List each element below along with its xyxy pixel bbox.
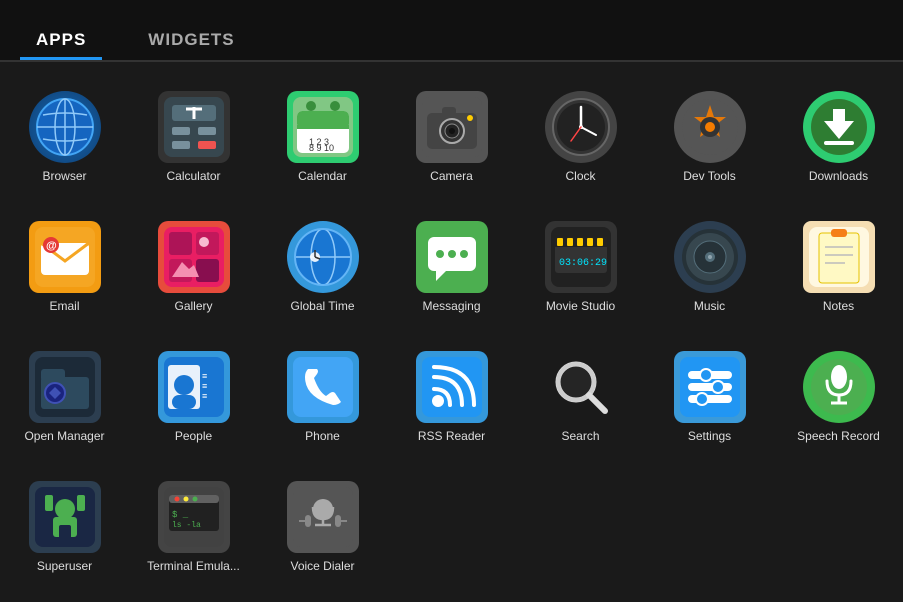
- app-icon-terminalemulator: $ _ls -la: [158, 481, 230, 553]
- app-label-terminalemulator: Terminal Emula...: [147, 559, 240, 573]
- app-label-search: Search: [561, 429, 599, 443]
- apps-grid: Browser Calculator 1 2 38 9 10 Calendar Came…: [0, 62, 903, 602]
- app-item-email[interactable]: @ Email: [0, 202, 129, 332]
- app-item-search[interactable]: Search: [516, 332, 645, 462]
- app-icon-superuser: [29, 481, 101, 553]
- app-icon-speechrecord: [803, 351, 875, 423]
- app-item-camera[interactable]: Camera: [387, 72, 516, 202]
- app-item-notes[interactable]: Notes: [774, 202, 903, 332]
- app-label-browser: Browser: [42, 169, 86, 183]
- app-item-terminalemulator[interactable]: $ _ls -la Terminal Emula...: [129, 462, 258, 592]
- app-item-settings[interactable]: Settings: [645, 332, 774, 462]
- app-label-people: People: [175, 429, 212, 443]
- app-label-gallery: Gallery: [174, 299, 212, 313]
- app-label-calendar: Calendar: [298, 169, 347, 183]
- app-icon-notes: [803, 221, 875, 293]
- app-icon-downloads: [803, 91, 875, 163]
- svg-text:$ _: $ _: [172, 510, 189, 520]
- app-icon-globaltime: [287, 221, 359, 293]
- app-label-camera: Camera: [430, 169, 473, 183]
- app-label-downloads: Downloads: [809, 169, 868, 183]
- app-label-calculator: Calculator: [166, 169, 220, 183]
- app-item-messaging[interactable]: Messaging: [387, 202, 516, 332]
- app-label-clock: Clock: [565, 169, 595, 183]
- app-item-downloads[interactable]: Downloads: [774, 72, 903, 202]
- app-label-moviestudio: Movie Studio: [546, 299, 615, 313]
- app-item-browser[interactable]: Browser: [0, 72, 129, 202]
- app-item-calculator[interactable]: Calculator: [129, 72, 258, 202]
- app-item-phone[interactable]: Phone: [258, 332, 387, 462]
- app-item-openmanager[interactable]: Open Manager: [0, 332, 129, 462]
- app-icon-email: @: [29, 221, 101, 293]
- app-label-superuser: Superuser: [37, 559, 92, 573]
- app-label-messaging: Messaging: [422, 299, 480, 313]
- app-icon-devtools: [674, 91, 746, 163]
- app-label-devtools: Dev Tools: [683, 169, 735, 183]
- app-label-phone: Phone: [305, 429, 340, 443]
- svg-text:@: @: [46, 240, 57, 252]
- app-label-rssreader: RSS Reader: [418, 429, 485, 443]
- app-label-globaltime: Global Time: [290, 299, 354, 313]
- app-icon-voicedialer: [287, 481, 359, 553]
- app-icon-search: [545, 351, 617, 423]
- app-icon-settings: [674, 351, 746, 423]
- app-icon-rssreader: [416, 351, 488, 423]
- app-item-superuser[interactable]: Superuser: [0, 462, 129, 592]
- app-icon-openmanager: [29, 351, 101, 423]
- app-label-email: Email: [49, 299, 79, 313]
- app-icon-music: [674, 221, 746, 293]
- app-icon-clock: [545, 91, 617, 163]
- app-item-people[interactable]: ≡≡≡People: [129, 332, 258, 462]
- app-label-speechrecord: Speech Record: [797, 429, 880, 443]
- app-label-music: Music: [694, 299, 725, 313]
- app-item-globaltime[interactable]: Global Time: [258, 202, 387, 332]
- app-item-speechrecord[interactable]: Speech Record: [774, 332, 903, 462]
- tab-apps[interactable]: APPS: [20, 20, 102, 60]
- svg-text:≡: ≡: [202, 391, 207, 401]
- app-icon-gallery: [158, 221, 230, 293]
- app-item-music[interactable]: Music: [645, 202, 774, 332]
- app-item-devtools[interactable]: Dev Tools: [645, 72, 774, 202]
- app-label-openmanager: Open Manager: [24, 429, 104, 443]
- svg-text:8 9 10: 8 9 10: [309, 143, 334, 153]
- app-icon-people: ≡≡≡: [158, 351, 230, 423]
- app-item-rssreader[interactable]: RSS Reader: [387, 332, 516, 462]
- app-icon-browser: [29, 91, 101, 163]
- app-item-clock[interactable]: Clock: [516, 72, 645, 202]
- app-item-gallery[interactable]: Gallery: [129, 202, 258, 332]
- svg-text:≡: ≡: [202, 381, 207, 391]
- app-icon-messaging: [416, 221, 488, 293]
- tab-widgets[interactable]: WIDGETS: [132, 20, 250, 60]
- svg-text:03:06:29: 03:06:29: [559, 258, 607, 269]
- app-item-voicedialer[interactable]: Voice Dialer: [258, 462, 387, 592]
- svg-text:ls -la: ls -la: [172, 521, 201, 530]
- app-icon-calendar: 1 2 38 9 10: [287, 91, 359, 163]
- app-label-notes: Notes: [823, 299, 854, 313]
- app-item-moviestudio[interactable]: 03:06:29 Movie Studio: [516, 202, 645, 332]
- app-label-voicedialer: Voice Dialer: [290, 559, 354, 573]
- header: APPS WIDGETS: [0, 0, 903, 60]
- app-icon-calculator: [158, 91, 230, 163]
- app-icon-moviestudio: 03:06:29: [545, 221, 617, 293]
- app-label-settings: Settings: [688, 429, 731, 443]
- svg-text:≡: ≡: [202, 371, 207, 381]
- app-icon-phone: [287, 351, 359, 423]
- app-icon-camera: [416, 91, 488, 163]
- app-item-calendar[interactable]: 1 2 38 9 10 Calendar: [258, 72, 387, 202]
